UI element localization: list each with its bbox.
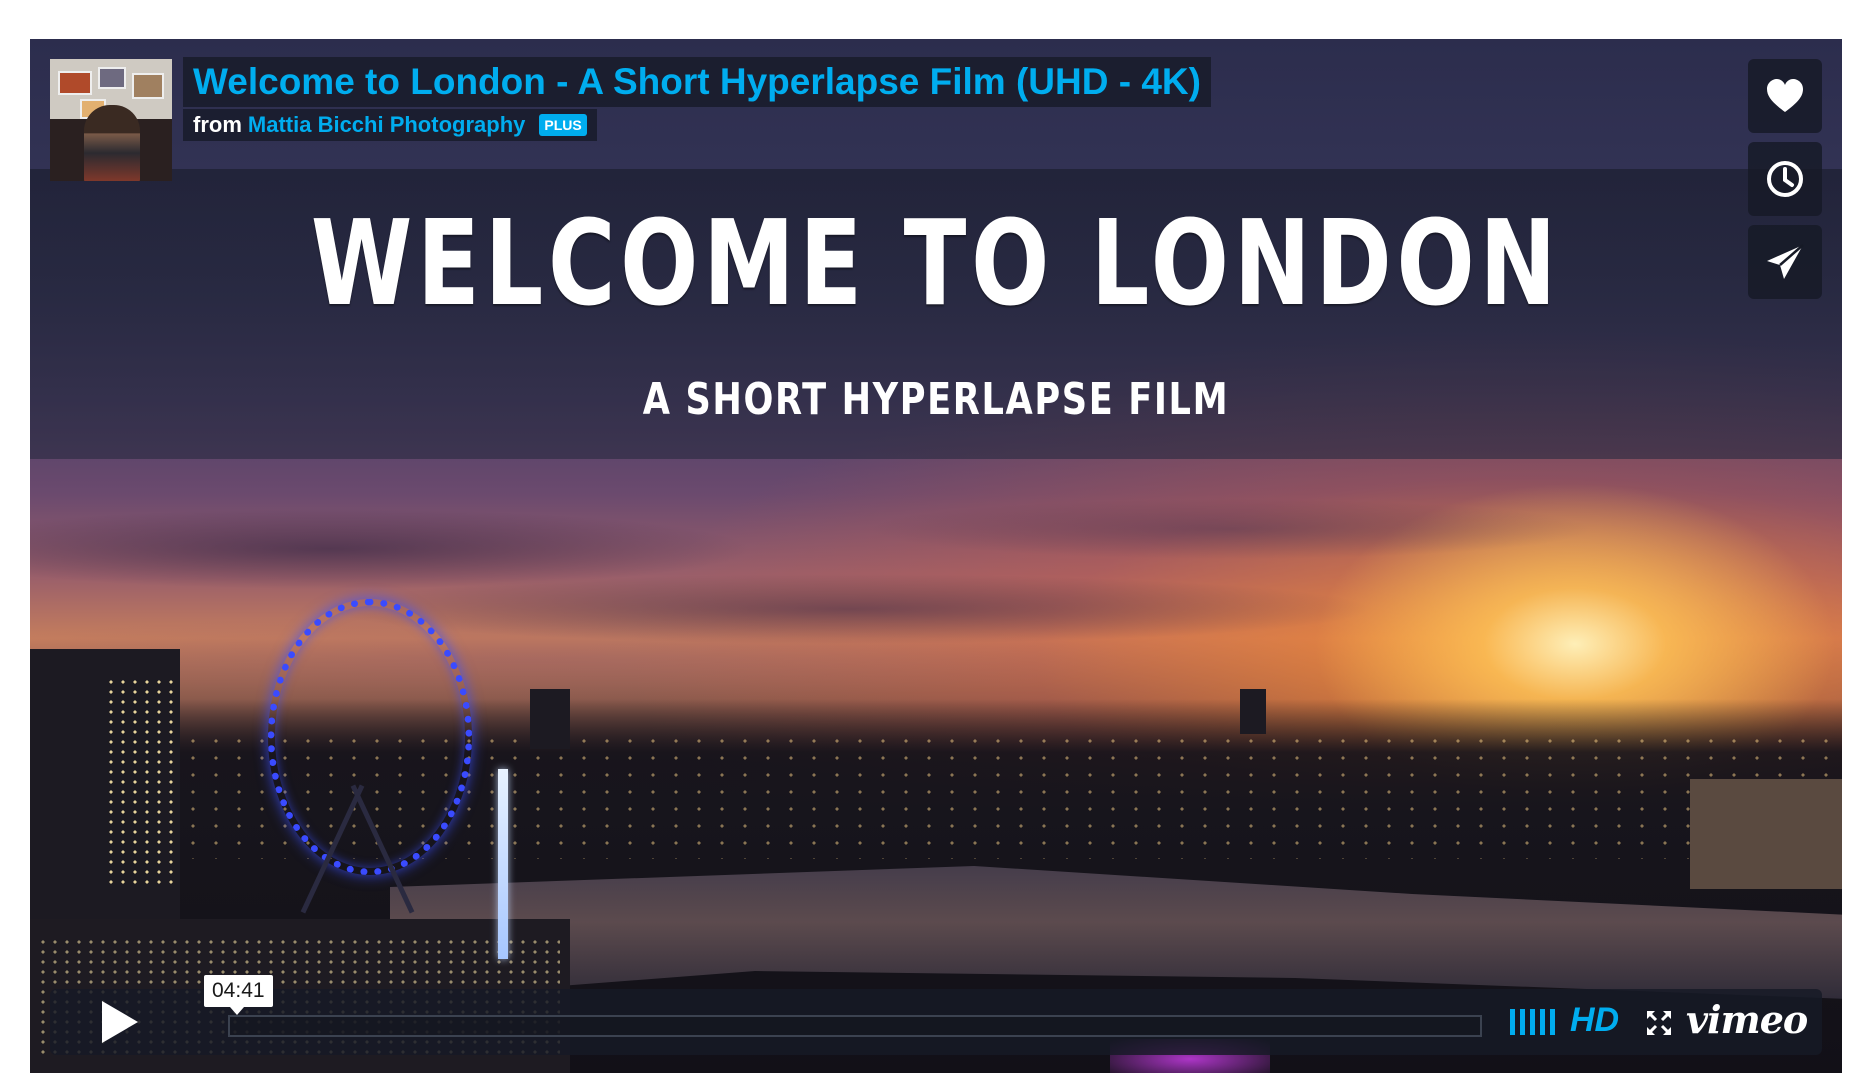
byline: from Mattia Bicchi Photography PLUS [183, 109, 597, 141]
fullscreen-icon[interactable] [1645, 1009, 1673, 1037]
volume-control[interactable] [1510, 1009, 1555, 1035]
plus-badge: PLUS [539, 114, 587, 136]
london-eye [268, 599, 472, 875]
author-avatar[interactable] [50, 59, 172, 181]
frame-subheadline: A SHORT HYPERLAPSE FILM [642, 374, 1230, 425]
progress-bar[interactable] [228, 1015, 1482, 1037]
watch-later-button[interactable] [1748, 142, 1822, 216]
author-link[interactable]: Mattia Bicchi Photography [248, 112, 525, 138]
hd-toggle[interactable]: HD [1570, 1001, 1619, 1040]
send-icon [1767, 244, 1804, 279]
video-title-box: Welcome to London - A Short Hyperlapse F… [183, 57, 1211, 107]
avatar-person [84, 105, 140, 181]
avatar-photo-frame [98, 67, 126, 89]
avatar-photo-frame [58, 71, 92, 95]
avatar-photo-frame [132, 73, 164, 99]
video-title-link[interactable]: Welcome to London - A Short Hyperlapse F… [193, 61, 1201, 103]
video-player[interactable]: WELCOME TO LONDON A SHORT HYPERLAPSE FIL… [30, 39, 1842, 1073]
building [1240, 689, 1266, 734]
duration-tooltip: 04:41 [204, 975, 273, 1015]
building [1690, 779, 1842, 889]
light-tower [498, 769, 508, 959]
vimeo-logo[interactable]: vimeo [1686, 997, 1808, 1042]
volume-bar [1550, 1009, 1555, 1035]
volume-bar [1520, 1009, 1525, 1035]
play-icon [102, 1001, 138, 1043]
clock-icon [1767, 161, 1803, 197]
building [530, 689, 570, 749]
byline-from-label: from [193, 112, 242, 137]
heart-icon [1767, 79, 1803, 112]
control-bar: 04:41 HD vimeo [50, 975, 1822, 1055]
like-button[interactable] [1748, 59, 1822, 133]
building-windows [108, 679, 178, 889]
volume-bar [1540, 1009, 1545, 1035]
volume-bar [1530, 1009, 1535, 1035]
frame-headline: WELCOME TO LONDON [310, 194, 1562, 332]
share-button[interactable] [1748, 225, 1822, 299]
play-button[interactable] [50, 989, 190, 1055]
volume-bar [1510, 1009, 1515, 1035]
